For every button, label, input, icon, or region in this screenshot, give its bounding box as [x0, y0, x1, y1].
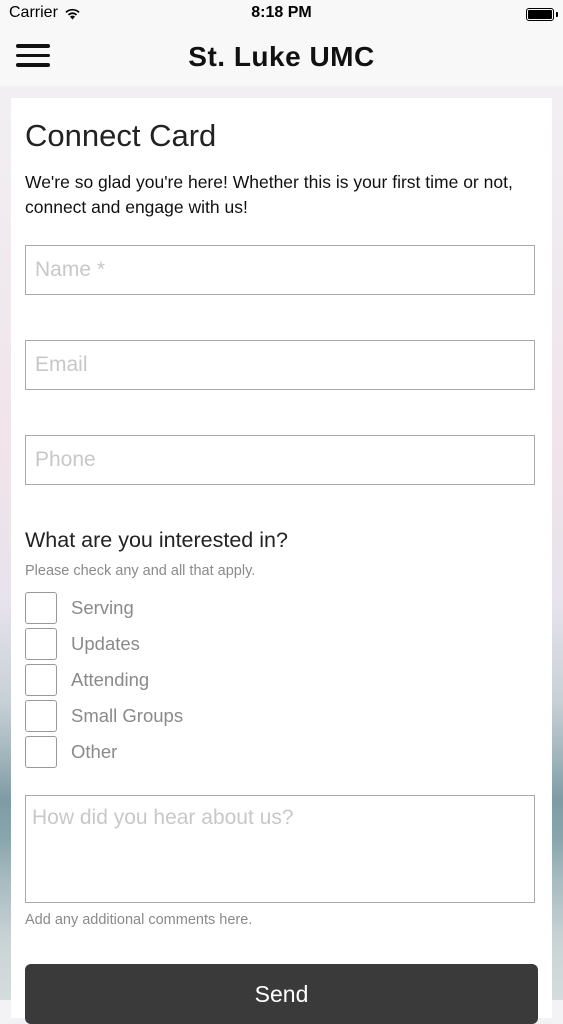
- checkbox[interactable]: [25, 736, 57, 768]
- interest-option-attending[interactable]: Attending: [25, 664, 149, 696]
- battery-icon: [526, 8, 558, 21]
- interests-title: What are you interested in?: [25, 528, 288, 552]
- checkbox[interactable]: [25, 592, 57, 624]
- checkbox-label: Other: [71, 741, 118, 762]
- checkbox-label: Attending: [71, 669, 150, 690]
- how-did-you-hear-field[interactable]: [25, 795, 535, 903]
- name-field[interactable]: [25, 245, 535, 295]
- checkbox[interactable]: [25, 700, 57, 732]
- interest-option-serving[interactable]: Serving: [25, 592, 134, 624]
- checkbox-label: Small Groups: [71, 705, 184, 726]
- phone-field[interactable]: [25, 435, 535, 485]
- interest-option-small-groups[interactable]: Small Groups: [25, 700, 183, 732]
- checkbox-label: Serving: [71, 597, 134, 618]
- form-intro: We're so glad you're here! Whether this …: [25, 172, 513, 217]
- email-field[interactable]: [25, 340, 535, 390]
- status-time: 8:18 PM: [251, 4, 312, 21]
- interests-hint: Please check any and all that apply.: [25, 563, 256, 579]
- send-button[interactable]: Send: [25, 964, 538, 1024]
- interest-option-other[interactable]: Other: [25, 736, 117, 768]
- comments-hint: Add any additional comments here.: [25, 912, 253, 928]
- checkbox[interactable]: [25, 628, 57, 660]
- interest-option-updates[interactable]: Updates: [25, 628, 140, 660]
- status-bar: Carrier 8:18 PM: [0, 0, 563, 30]
- checkbox[interactable]: [25, 664, 57, 696]
- form-title: Connect Card: [25, 118, 217, 153]
- connect-card-form: Connect Card We're so glad you're here! …: [11, 98, 552, 1024]
- nav-bar: St. Luke UMC: [0, 30, 563, 86]
- checkbox-label: Updates: [71, 633, 140, 654]
- app-title: St. Luke UMC: [188, 41, 375, 72]
